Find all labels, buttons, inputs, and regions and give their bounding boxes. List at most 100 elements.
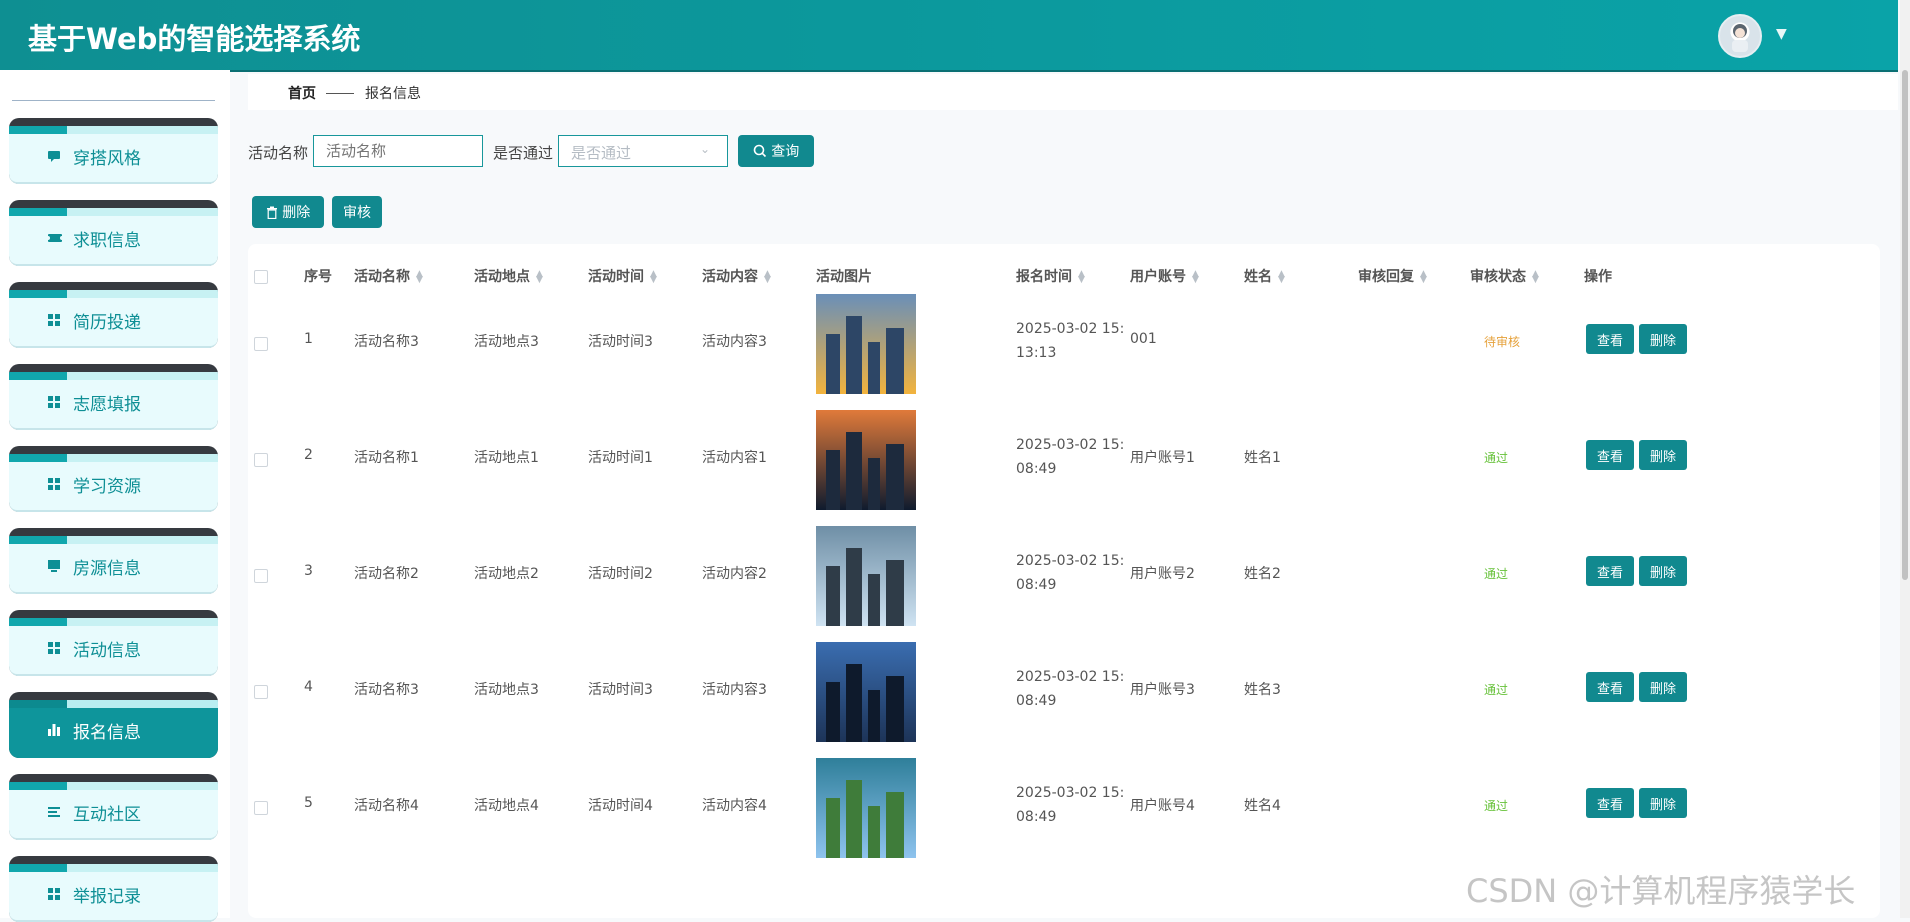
grid-icon — [47, 886, 61, 900]
view-button[interactable]: 查看 — [1586, 672, 1634, 702]
column-header[interactable]: 姓名 ▲ ▼ — [1244, 266, 1285, 286]
sidebar-item-9[interactable]: 互动社区 — [9, 774, 218, 840]
activity-place-cell: 活动地点3 — [474, 334, 539, 350]
row-index: 2 — [304, 447, 313, 463]
sort-caret-icon[interactable]: ▲ ▼ — [416, 270, 423, 285]
activity-name-input[interactable] — [313, 135, 483, 167]
column-header: 操作 — [1584, 266, 1612, 286]
view-button[interactable]: 查看 — [1586, 556, 1634, 586]
user-menu-caret-icon[interactable]: ▼ — [1776, 26, 1787, 42]
view-button[interactable]: 查看 — [1586, 788, 1634, 818]
sidebar-item-8[interactable]: 报名信息 — [9, 692, 218, 758]
review-button[interactable]: 审核 — [332, 196, 382, 228]
column-header[interactable]: 活动内容 ▲ ▼ — [702, 266, 771, 286]
activity-place-cell: 活动地点2 — [474, 566, 539, 582]
search-button-label: 查询 — [771, 144, 800, 160]
sidebar-item-label: 报名信息 — [73, 723, 141, 743]
signup-time-line1: 2025-03-02 15: — [1016, 785, 1125, 801]
breadcrumb-current: 报名信息 — [365, 86, 421, 102]
sidebar-item-label: 穿搭风格 — [73, 149, 141, 169]
view-button[interactable]: 查看 — [1586, 324, 1634, 354]
column-header[interactable]: 报名时间 ▲ ▼ — [1016, 266, 1085, 286]
status-badge: 通过 — [1484, 567, 1509, 581]
signup-time-line1: 2025-03-02 15: — [1016, 321, 1125, 337]
column-header-label: 活动名称 — [354, 269, 410, 285]
column-header[interactable]: 活动名称 ▲ ▼ — [354, 266, 423, 286]
activity-time-cell: 活动时间3 — [588, 334, 653, 350]
column-header[interactable]: 审核状态 ▲ ▼ — [1470, 266, 1539, 286]
batch-delete-button[interactable]: 删除 — [252, 196, 324, 228]
sidebar-item-label: 举报记录 — [73, 887, 141, 907]
signup-table: 序号 活动名称 ▲ ▼ 活动地点 ▲ ▼ 活动时间 ▲ ▼ 活动内容 ▲ ▼ 活动图片 报名时间 ▲ ▼ 用户账号… — [248, 244, 1880, 918]
column-header-label: 审核回复 — [1358, 269, 1414, 285]
sidebar-item-2[interactable]: 求职信息 — [9, 200, 218, 266]
row-checkbox[interactable] — [254, 569, 268, 583]
sort-caret-icon[interactable]: ▲ ▼ — [764, 270, 771, 285]
row-checkbox[interactable] — [254, 453, 268, 467]
row-delete-button[interactable]: 删除 — [1639, 672, 1687, 702]
signup-time-cell: 2025-03-02 15: 08:49 — [1016, 549, 1126, 597]
row-index: 1 — [304, 331, 313, 347]
sort-caret-icon[interactable]: ▲ ▼ — [1532, 270, 1539, 285]
column-header[interactable]: 用户账号 ▲ ▼ — [1130, 266, 1199, 286]
row-delete-button[interactable]: 删除 — [1639, 556, 1687, 586]
column-header[interactable]: 活动地点 ▲ ▼ — [474, 266, 543, 286]
person-name-cell: 姓名2 — [1244, 566, 1281, 582]
scrollbar-thumb[interactable] — [1902, 70, 1908, 580]
sidebar-item-label: 求职信息 — [73, 231, 141, 251]
person-name-cell: 姓名3 — [1244, 682, 1281, 698]
activity-image[interactable] — [816, 758, 916, 858]
column-header[interactable]: 审核回复 ▲ ▼ — [1358, 266, 1427, 286]
sort-caret-icon[interactable]: ▲ ▼ — [1078, 270, 1085, 285]
activity-name-cell: 活动名称2 — [354, 566, 419, 582]
column-header[interactable]: 活动时间 ▲ ▼ — [588, 266, 657, 286]
sort-caret-icon[interactable]: ▲ ▼ — [536, 270, 543, 285]
monitor-icon — [47, 558, 61, 572]
sidebar-item-label: 学习资源 — [73, 477, 141, 497]
row-delete-button[interactable]: 删除 — [1639, 324, 1687, 354]
activity-image[interactable] — [816, 526, 916, 626]
row-delete-button[interactable]: 删除 — [1639, 788, 1687, 818]
sidebar-item-1[interactable]: 穿搭风格 — [9, 118, 218, 184]
search-button[interactable]: 查询 — [738, 135, 814, 167]
activity-image[interactable] — [816, 294, 916, 394]
grid-icon — [47, 476, 61, 490]
activity-image[interactable] — [816, 642, 916, 742]
activity-name-cell: 活动名称4 — [354, 798, 419, 814]
sidebar-item-10[interactable]: 举报记录 — [9, 856, 218, 922]
breadcrumb-home[interactable]: 首页 — [288, 83, 316, 103]
breadcrumb: 首页 报名信息 — [248, 74, 1898, 110]
sort-caret-icon[interactable]: ▲ ▼ — [1192, 270, 1199, 285]
column-header-label: 活动图片 — [816, 269, 872, 285]
activity-time-cell: 活动时间3 — [588, 682, 653, 698]
column-header-label: 操作 — [1584, 269, 1612, 285]
column-header-label: 姓名 — [1244, 269, 1272, 285]
signup-time-cell: 2025-03-02 15: 08:49 — [1016, 433, 1126, 481]
signup-time-line2: 08:49 — [1016, 693, 1057, 709]
sort-caret-icon[interactable]: ▲ ▼ — [1420, 270, 1427, 285]
user-avatar[interactable] — [1718, 14, 1762, 58]
sort-caret-icon[interactable]: ▲ ▼ — [1278, 270, 1285, 285]
activity-name-cell: 活动名称1 — [354, 450, 419, 466]
row-checkbox[interactable] — [254, 801, 268, 815]
signup-time-line1: 2025-03-02 15: — [1016, 437, 1125, 453]
sidebar-divider — [12, 100, 215, 101]
sidebar-item-7[interactable]: 活动信息 — [9, 610, 218, 676]
activity-content-cell: 活动内容2 — [702, 566, 767, 582]
status-badge: 通过 — [1484, 683, 1509, 697]
sidebar-item-3[interactable]: 简历投递 — [9, 282, 218, 348]
activity-image[interactable] — [816, 410, 916, 510]
sidebar-item-6[interactable]: 房源信息 — [9, 528, 218, 594]
sidebar-item-label: 互动社区 — [73, 805, 141, 825]
grid-icon — [47, 640, 61, 654]
row-delete-button[interactable]: 删除 — [1639, 440, 1687, 470]
view-button[interactable]: 查看 — [1586, 440, 1634, 470]
row-checkbox[interactable] — [254, 685, 268, 699]
sort-caret-icon[interactable]: ▲ ▼ — [650, 270, 657, 285]
page-scrollbar[interactable] — [1900, 0, 1910, 918]
sidebar-item-4[interactable]: 志愿填报 — [9, 364, 218, 430]
sidebar-item-5[interactable]: 学习资源 — [9, 446, 218, 512]
row-checkbox[interactable] — [254, 337, 268, 351]
select-all-checkbox[interactable] — [254, 270, 268, 284]
sidebar-item-label: 志愿填报 — [73, 395, 141, 415]
